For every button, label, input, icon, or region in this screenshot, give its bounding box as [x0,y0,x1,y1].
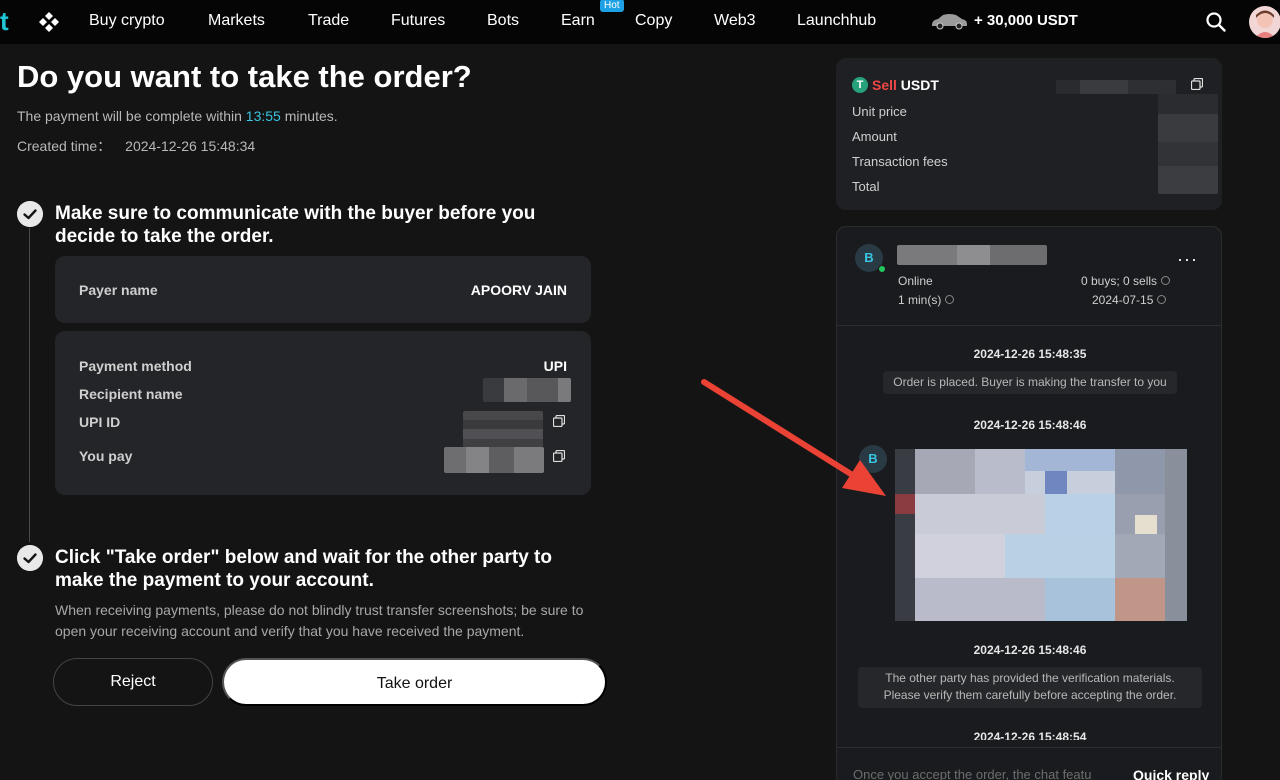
nav-launchhub[interactable]: Launchhub [797,12,876,30]
exchange-logo-icon[interactable] [38,11,60,33]
promo-text[interactable]: + 30,000 USDT [974,12,1078,29]
info-icon[interactable] [1157,295,1167,304]
upi-label: UPI ID [79,414,121,430]
trade-count: 0 buys; 0 sells [1081,274,1171,288]
upi-redacted [463,411,543,451]
user-avatar[interactable] [1249,6,1280,38]
car-icon[interactable] [929,12,969,30]
sell-word: Sell [872,77,897,93]
system-message: Order is placed. Buyer is making the tra… [883,371,1177,394]
payment-details-card: Payment method UPI Recipient name UPI ID… [55,331,591,495]
step1-title: Make sure to communicate with the buyer … [55,203,536,247]
unit-price-label: Unit price [852,104,907,119]
user-avatar-icon [1255,10,1275,38]
system-message-line: Please verify them carefully before acce… [883,688,1177,702]
response-time: 1 min(s) [898,293,955,307]
nav-futures[interactable]: Futures [391,12,445,30]
message-timestamp: 2024-12-26 15:48:46 [973,643,1087,657]
hot-badge: Hot [600,0,624,12]
message-timestamp: 2024-12-26 15:48:35 [973,347,1087,361]
nav-earn[interactable]: Earn [561,12,595,30]
created-label: Created time： [17,138,112,154]
countdown-time: 13:55 [245,108,281,124]
asset-name: USDT [900,77,939,93]
payment-prefix: The payment will be complete within [17,108,242,124]
online-dot [878,265,886,273]
chat-header-divider [837,325,1221,326]
payment-method-label: Payment method [79,358,192,374]
system-message-line: The other party has provided the verific… [885,671,1175,685]
nav-trade[interactable]: Trade [308,12,349,30]
recipient-redacted [483,378,571,402]
trade-count-value: 0 buys; 0 sells [1081,274,1158,288]
tether-icon: T [852,77,868,93]
chat-input[interactable]: Once you accept the order, the chat feat… [853,767,1092,780]
amount-label: Amount [852,129,897,144]
reject-button[interactable]: Reject [53,658,213,706]
top-nav: t Buy crypto Markets Trade Futures Bots … [0,0,1280,44]
recipient-label: Recipient name [79,386,183,402]
total-label: Total [852,179,880,194]
payment-screenshot-image[interactable] [895,449,1187,621]
step2-title: Click "Take order" below and wait for th… [55,547,552,591]
online-status: Online [898,274,933,288]
order-summary-card: T Sell USDT Unit price Amount Transactio… [836,58,1222,210]
order-side: Sell USDT [872,77,939,93]
info-icon[interactable] [1161,276,1171,285]
created-time: Created time： 2024-12-26 15:48:34 [17,136,255,156]
copy-order-id-icon[interactable] [1191,78,1203,90]
payment-countdown: The payment will be complete within 13:5… [17,108,338,124]
copy-upi-icon[interactable] [553,415,565,427]
quick-reply-button[interactable]: Quick reply [1133,767,1209,780]
payer-value: APOORV JAIN [470,282,567,298]
nav-web3[interactable]: Web3 [714,12,756,30]
system-message: The other party has provided the verific… [858,667,1202,708]
step-connector [29,228,30,542]
step1-check-icon [17,201,43,227]
you-pay-label: You pay [79,448,133,464]
payment-method-value: UPI [543,358,567,374]
nav-copy[interactable]: Copy [635,12,672,30]
chat-input-divider [837,747,1221,748]
summary-values-redacted [1158,94,1218,194]
more-options-icon[interactable]: ··· [1177,249,1198,270]
fees-label: Transaction fees [852,154,948,169]
payment-suffix: minutes. [284,108,338,124]
message-timestamp: 2024-12-26 15:48:54 [973,730,1087,740]
copy-amount-icon[interactable] [553,450,565,462]
joined-date: 2024-07-15 [1092,293,1167,307]
joined-date-value: 2024-07-15 [1092,293,1154,307]
step2-note: When receiving payments, please do not b… [55,602,584,639]
brand-letter[interactable]: t [0,6,9,37]
order-id-redacted [1056,80,1176,94]
annotation-arrow-icon [701,379,886,496]
nav-buy-crypto[interactable]: Buy crypto [89,12,165,30]
buyer-name-redacted [897,245,1047,265]
created-value: 2024-12-26 15:48:34 [125,138,256,154]
payer-label: Payer name [79,282,158,298]
search-icon[interactable] [1205,11,1227,33]
nav-markets[interactable]: Markets [208,12,265,30]
step2-check-icon [17,545,43,571]
amount-redacted [444,447,544,473]
page-title: Do you want to take the order? [17,59,472,94]
info-icon[interactable] [945,295,955,304]
take-order-button[interactable]: Take order [222,658,607,706]
response-time-value: 1 min(s) [898,293,942,307]
blurred-screenshot-icon [895,449,1187,621]
payer-card: Payer name APOORV JAIN [55,256,591,323]
nav-bots[interactable]: Bots [487,12,519,30]
